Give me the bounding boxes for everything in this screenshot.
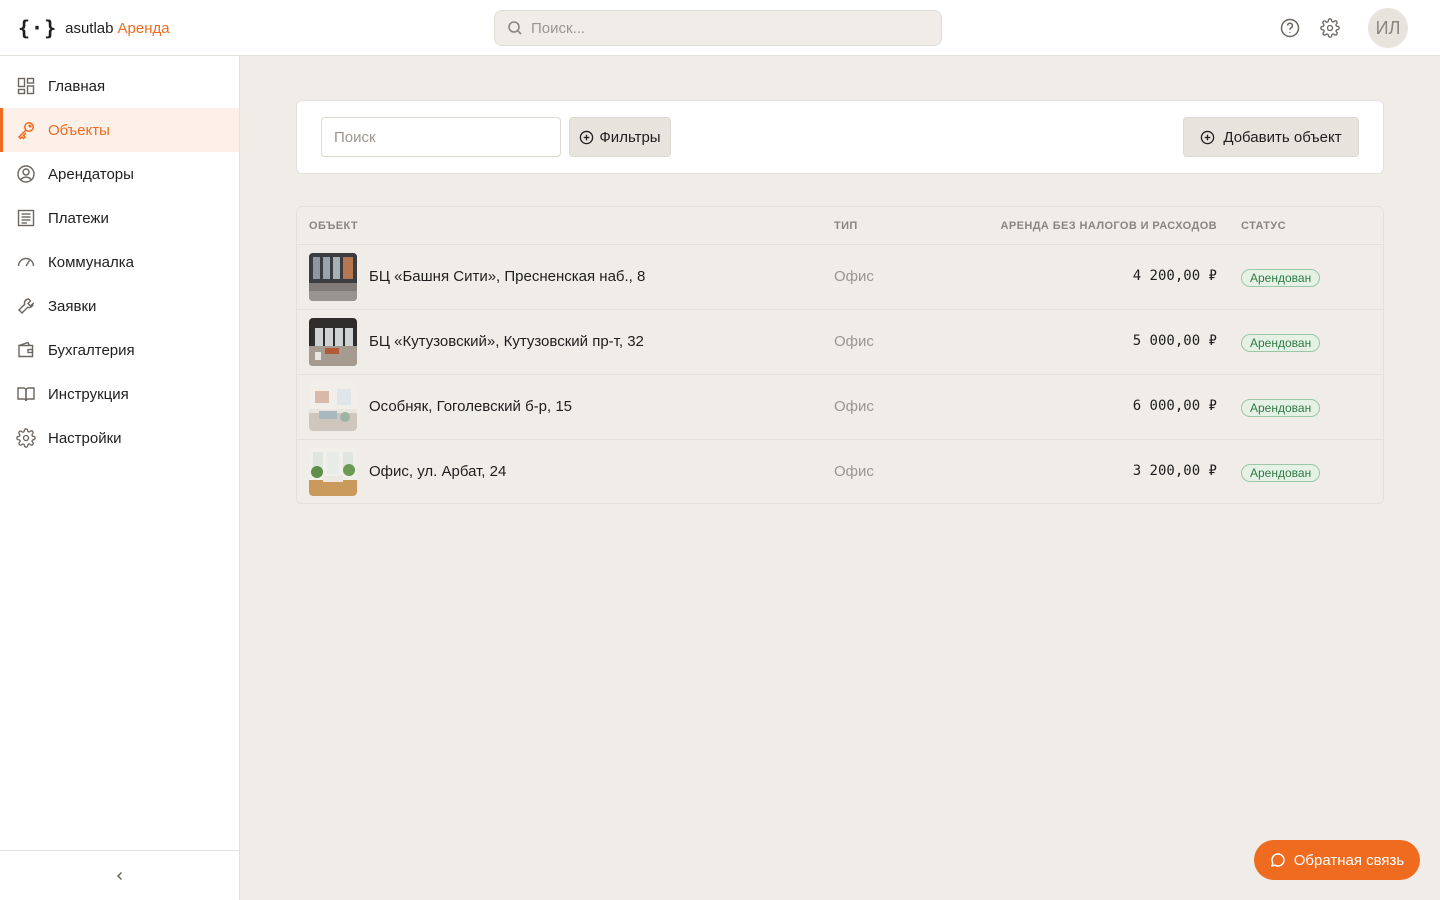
logo[interactable]: {·} asutlab Аренда xyxy=(18,14,170,42)
sidebar-item-settings[interactable]: Настройки xyxy=(0,416,239,460)
object-type: Офис xyxy=(834,398,874,415)
sidebar-collapse-button[interactable] xyxy=(0,850,239,900)
sidebar-nav: Главная Объекты Арендаторы Платежи Комму… xyxy=(0,64,239,460)
gauge-icon xyxy=(17,257,35,267)
sidebar-item-label: Заявки xyxy=(48,297,97,315)
sidebar-item-label: Коммуналка xyxy=(48,253,134,271)
object-rent: 5 000,00 ₽ xyxy=(1132,333,1217,349)
sidebar-item-utilities[interactable]: Коммуналка xyxy=(0,240,239,284)
wallet-icon xyxy=(18,341,34,358)
plus-circle-icon xyxy=(1201,130,1215,144)
plus-circle-icon xyxy=(580,130,594,144)
sidebar-item-label: Настройки xyxy=(48,429,122,447)
sidebar-item-label: Главная xyxy=(48,77,106,95)
sidebar-item-tenants[interactable]: Арендаторы xyxy=(0,152,239,196)
objects-table: ОБЪЕКТ ТИП АРЕНДА БЕЗ НАЛОГОВ И РАСХОДОВ… xyxy=(296,206,1384,504)
logo-mark: {·} xyxy=(18,16,58,40)
column-header-object[interactable]: ОБЪЕКТ xyxy=(309,220,358,232)
dashboard-icon xyxy=(17,77,35,95)
chat-icon xyxy=(1270,853,1285,868)
object-name: Офис, ул. Арбат, 24 xyxy=(369,463,507,480)
avatar[interactable]: ИЛ xyxy=(1368,8,1408,48)
table-row[interactable]: Офис, ул. Арбат, 24 Офис 3 200,00 ₽ Арен… xyxy=(297,440,1383,503)
feedback-label: Обратная связь xyxy=(1293,851,1405,869)
add-object-label: Добавить объект xyxy=(1223,128,1342,146)
sidebar-item-requests[interactable]: Заявки xyxy=(0,284,239,328)
status-badge: Арендован xyxy=(1241,334,1321,352)
search-icon xyxy=(508,21,522,35)
objects-toolbar: Фильтры Добавить объект xyxy=(296,100,1384,174)
chevron-left-icon xyxy=(116,871,122,880)
object-type: Офис xyxy=(834,463,874,480)
object-type: Офис xyxy=(834,333,874,350)
sidebar-item-label: Платежи xyxy=(48,209,109,227)
status-badge: Арендован xyxy=(1241,269,1321,287)
object-type: Офис xyxy=(834,268,874,285)
key-icon xyxy=(17,122,34,140)
status-badge: Арендован xyxy=(1241,399,1321,417)
sidebar-item-instructions[interactable]: Инструкция xyxy=(0,372,239,416)
object-rent: 4 200,00 ₽ xyxy=(1132,268,1217,284)
object-photo xyxy=(309,448,357,496)
product-name: Аренда xyxy=(117,19,170,37)
top-bar: {·} asutlab Аренда ИЛ xyxy=(0,0,1440,56)
object-photo xyxy=(309,383,357,431)
table-header: ОБЪЕКТ ТИП АРЕНДА БЕЗ НАЛОГОВ И РАСХОДОВ… xyxy=(297,207,1383,245)
object-rent: 3 200,00 ₽ xyxy=(1132,463,1217,479)
sidebar-item-accounting[interactable]: Бухгалтерия xyxy=(0,328,239,372)
sidebar-item-label: Инструкция xyxy=(48,385,129,403)
receipt-icon xyxy=(17,209,35,227)
object-name: БЦ «Башня Сити», Пресненская наб., 8 xyxy=(369,268,646,285)
filters-label: Фильтры xyxy=(599,128,661,146)
column-header-rent[interactable]: АРЕНДА БЕЗ НАЛОГОВ И РАСХОДОВ xyxy=(1001,220,1217,232)
object-name: БЦ «Кутузовский», Кутузовский пр-т, 32 xyxy=(369,333,644,350)
book-icon xyxy=(17,387,35,402)
global-search[interactable] xyxy=(494,10,942,46)
object-photo xyxy=(309,253,357,301)
gear-icon[interactable] xyxy=(1319,17,1341,39)
brand-name: asutlab xyxy=(65,19,114,37)
object-photo xyxy=(309,318,357,366)
table-row[interactable]: БЦ «Кутузовский», Кутузовский пр-т, 32 О… xyxy=(297,310,1383,375)
object-name: Особняк, Гоголевский б-р, 15 xyxy=(369,398,573,415)
user-circle-icon xyxy=(17,165,35,183)
help-icon[interactable] xyxy=(1279,17,1301,39)
table-row[interactable]: Особняк, Гоголевский б-р, 15 Офис 6 000,… xyxy=(297,375,1383,440)
gear-icon xyxy=(16,428,36,448)
feedback-button[interactable]: Обратная связь xyxy=(1254,840,1420,880)
sidebar-item-label: Бухгалтерия xyxy=(48,341,135,359)
column-header-type[interactable]: ТИП xyxy=(834,220,858,232)
filters-button[interactable]: Фильтры xyxy=(569,117,671,157)
add-object-button[interactable]: Добавить объект xyxy=(1183,117,1359,157)
objects-search-input[interactable] xyxy=(321,117,561,157)
sidebar-item-objects[interactable]: Объекты xyxy=(0,108,239,152)
sidebar-item-label: Объекты xyxy=(48,121,110,139)
status-badge: Арендован xyxy=(1241,464,1321,482)
sidebar-item-payments[interactable]: Платежи xyxy=(0,196,239,240)
column-header-status[interactable]: СТАТУС xyxy=(1241,220,1286,232)
sidebar-item-label: Арендаторы xyxy=(48,165,134,183)
object-rent: 6 000,00 ₽ xyxy=(1132,398,1217,414)
wrench-icon xyxy=(18,298,34,314)
global-search-input[interactable] xyxy=(531,19,911,37)
table-row[interactable]: БЦ «Башня Сити», Пресненская наб., 8 Офи… xyxy=(297,245,1383,310)
sidebar: Главная Объекты Арендаторы Платежи Комму… xyxy=(0,56,240,900)
sidebar-item-home[interactable]: Главная xyxy=(0,64,239,108)
